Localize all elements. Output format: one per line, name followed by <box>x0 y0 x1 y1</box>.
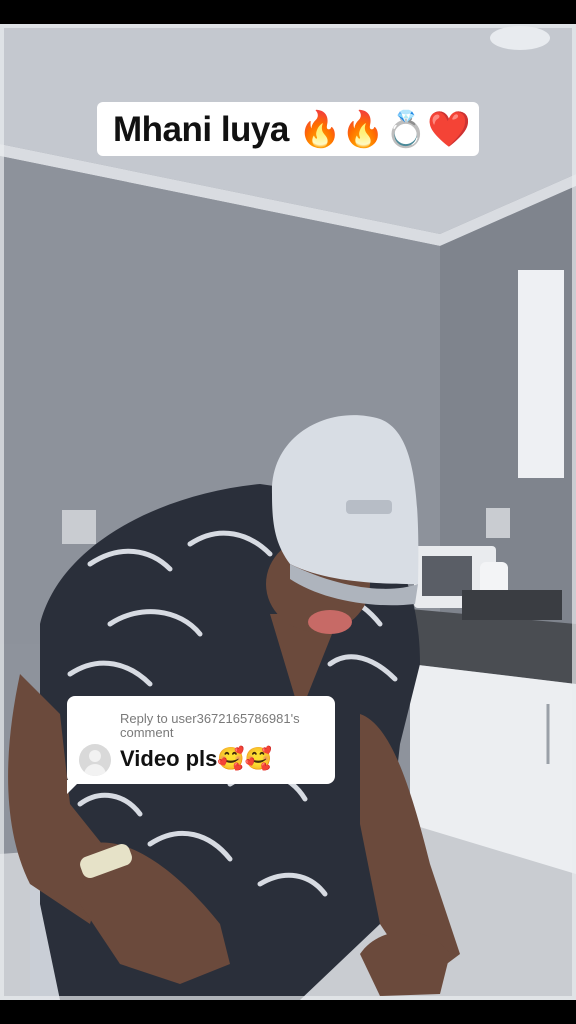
avatar-body-icon <box>84 764 106 776</box>
dish-rack <box>462 590 562 620</box>
wall-socket-left <box>62 510 96 544</box>
cap-strap <box>346 500 392 514</box>
ceiling-light <box>490 26 550 50</box>
mouth <box>308 610 352 634</box>
avatar <box>79 744 111 776</box>
bottom-letterbox <box>0 1000 576 1024</box>
reply-comment-text: Video pls🥰🥰 <box>120 746 273 771</box>
caption-title-text: Mhani luya 🔥🔥💍❤️ <box>113 109 471 149</box>
wall-cabinet <box>518 270 564 478</box>
reply-sticker-tail <box>67 780 81 794</box>
reply-comment-sticker[interactable]: Reply to user3672165786981's comment Vid… <box>67 696 335 784</box>
reply-meta-text: Reply to user3672165786981's comment <box>120 711 300 740</box>
video-frame[interactable]: Mhani luya 🔥🔥💍❤️ Reply to user3672165786… <box>0 24 576 1000</box>
top-letterbox <box>0 0 576 24</box>
cap <box>271 415 419 584</box>
video-scene <box>0 24 576 1000</box>
caption-title-card: Mhani luya 🔥🔥💍❤️ <box>97 102 479 156</box>
avatar-head-icon <box>89 750 101 762</box>
wall-socket-right <box>486 508 510 538</box>
